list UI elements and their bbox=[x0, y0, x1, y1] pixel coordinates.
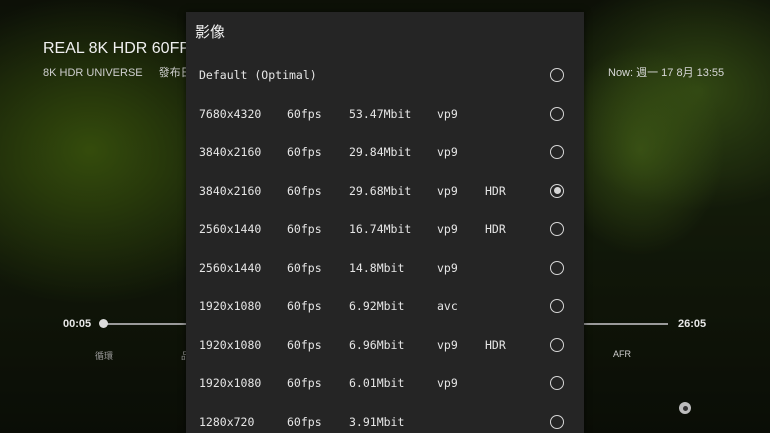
radio-unchecked-icon[interactable] bbox=[550, 376, 564, 391]
clock-readout: Now: 週一 17 8月 13:55 bbox=[608, 67, 725, 79]
radio-unchecked-icon[interactable] bbox=[550, 68, 564, 83]
option-bitrate: 3.91Mbit bbox=[349, 414, 405, 429]
option-framerate: 60fps bbox=[287, 376, 322, 391]
option-framerate: 60fps bbox=[287, 106, 322, 121]
dialog-title: 影像 bbox=[195, 23, 226, 41]
option-resolution: 1280x720 bbox=[199, 414, 255, 429]
option-codec: vp9 bbox=[437, 222, 458, 237]
radio-unchecked-icon[interactable] bbox=[550, 299, 564, 314]
quality-option-label: Default (Optimal) bbox=[199, 68, 317, 83]
seek-bar-track-end[interactable] bbox=[584, 323, 668, 325]
option-bitrate: 14.8Mbit bbox=[349, 260, 405, 275]
option-codec: vp9 bbox=[437, 260, 458, 275]
radio-unchecked-icon[interactable] bbox=[550, 337, 564, 352]
radio-unchecked-icon[interactable] bbox=[550, 222, 564, 237]
quality-option-row[interactable]: 1920x1080 60fps 6.01Mbit vp9 bbox=[186, 364, 584, 403]
afr-control-label[interactable]: AFR bbox=[613, 349, 631, 359]
channel-name: 8K HDR UNIVERSE bbox=[43, 67, 143, 79]
quality-option-row[interactable]: 1280x720 60fps 3.91Mbit bbox=[186, 403, 584, 433]
option-framerate: 60fps bbox=[287, 414, 322, 429]
quality-option-row[interactable]: 1920x1080 60fps 6.96Mbit vp9 HDR bbox=[186, 326, 584, 365]
total-time: 26:05 bbox=[678, 318, 707, 330]
option-framerate: 60fps bbox=[287, 145, 322, 160]
option-codec: vp9 bbox=[437, 145, 458, 160]
quality-option-list: Default (Optimal) 7680x4320 60fps 53.47Mbit… bbox=[186, 56, 584, 433]
video-quality-dialog: 影像 Default (Optimal) 7680x4320 60fps 53.47M… bbox=[186, 12, 584, 433]
loop-control-label[interactable]: 循環 bbox=[95, 349, 113, 362]
quality-option-row[interactable]: 1920x1080 60fps 6.92Mbit avc bbox=[186, 287, 584, 326]
quality-option-row[interactable]: 7680x4320 60fps 53.47Mbit vp9 bbox=[186, 95, 584, 134]
option-framerate: 60fps bbox=[287, 183, 322, 198]
option-framerate: 60fps bbox=[287, 222, 322, 237]
video-title: REAL 8K HDR 60FPS bbox=[43, 40, 201, 57]
option-bitrate: 29.84Mbit bbox=[349, 145, 412, 160]
option-codec: vp9 bbox=[437, 337, 458, 352]
option-codec: vp9 bbox=[437, 376, 458, 391]
radio-unchecked-icon[interactable] bbox=[550, 260, 564, 275]
quality-option-row[interactable]: 3840x2160 60fps 29.84Mbit vp9 bbox=[186, 133, 584, 172]
option-hdr-badge: HDR bbox=[485, 222, 506, 237]
option-resolution: 3840x2160 bbox=[199, 183, 262, 198]
seek-bar-track[interactable] bbox=[104, 323, 186, 325]
option-resolution: 7680x4320 bbox=[199, 106, 262, 121]
option-bitrate: 29.68Mbit bbox=[349, 183, 412, 198]
option-framerate: 60fps bbox=[287, 260, 322, 275]
quality-option-row[interactable]: 2560x1440 60fps 16.74Mbit vp9 HDR bbox=[186, 210, 584, 249]
circle-button-icon[interactable] bbox=[679, 402, 691, 414]
option-resolution: 1920x1080 bbox=[199, 337, 262, 352]
radio-unchecked-icon[interactable] bbox=[550, 414, 564, 429]
option-resolution: 3840x2160 bbox=[199, 145, 262, 160]
option-resolution: 1920x1080 bbox=[199, 299, 262, 314]
seek-bar-handle[interactable] bbox=[99, 319, 108, 328]
option-bitrate: 6.01Mbit bbox=[349, 376, 405, 391]
video-meta: 8K HDR UNIVERSE 發布日 bbox=[43, 64, 192, 80]
option-resolution: 2560x1440 bbox=[199, 222, 262, 237]
radio-unchecked-icon[interactable] bbox=[550, 145, 564, 160]
quality-option-row[interactable]: Default (Optimal) bbox=[186, 56, 584, 95]
option-bitrate: 16.74Mbit bbox=[349, 222, 412, 237]
option-bitrate: 53.47Mbit bbox=[349, 106, 412, 121]
option-framerate: 60fps bbox=[287, 337, 322, 352]
quality-option-row[interactable]: 3840x2160 60fps 29.68Mbit vp9 HDR bbox=[186, 172, 584, 211]
radio-checked-icon[interactable] bbox=[550, 183, 564, 198]
option-hdr-badge: HDR bbox=[485, 183, 506, 198]
option-resolution: 2560x1440 bbox=[199, 260, 262, 275]
current-time: 00:05 bbox=[63, 318, 92, 330]
option-codec: vp9 bbox=[437, 106, 458, 121]
option-bitrate: 6.92Mbit bbox=[349, 299, 405, 314]
option-hdr-badge: HDR bbox=[485, 337, 506, 352]
circle-button-dot bbox=[682, 405, 688, 411]
option-framerate: 60fps bbox=[287, 299, 322, 314]
option-codec: avc bbox=[437, 299, 458, 314]
quality-option-row[interactable]: 2560x1440 60fps 14.8Mbit vp9 bbox=[186, 249, 584, 288]
option-resolution: 1920x1080 bbox=[199, 376, 262, 391]
radio-unchecked-icon[interactable] bbox=[550, 106, 564, 121]
option-bitrate: 6.96Mbit bbox=[349, 337, 405, 352]
option-codec: vp9 bbox=[437, 183, 458, 198]
